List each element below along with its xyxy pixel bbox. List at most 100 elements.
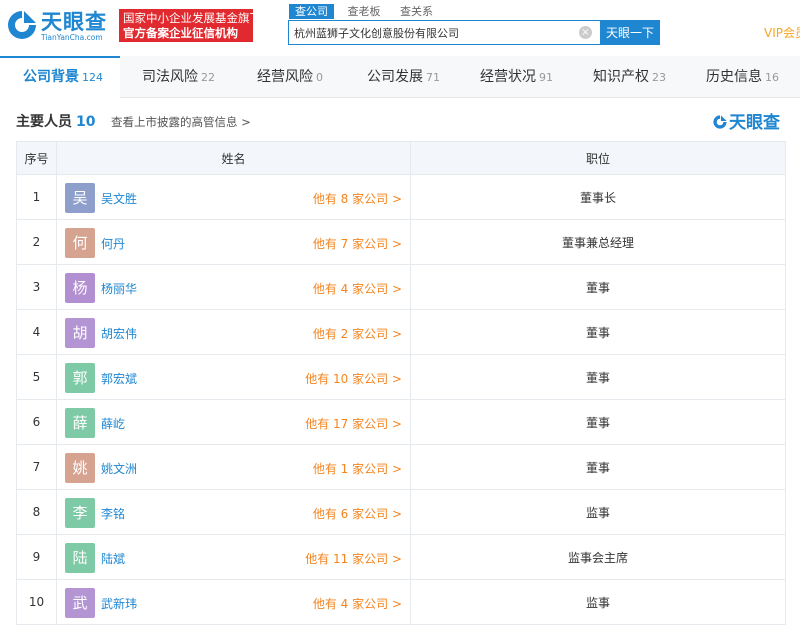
search-tab-company[interactable]: 查公司 [289, 4, 334, 19]
tab-history[interactable]: 历史信息 16 [706, 56, 779, 98]
avatar[interactable]: 何 [65, 227, 95, 258]
avatar[interactable]: 李 [65, 497, 95, 528]
tab-label: 经营风险 [257, 69, 313, 85]
tab-label: 经营状况 [480, 69, 536, 85]
name-cell: 郭郭宏斌 他有 10 家公司 > [56, 354, 411, 400]
avatar[interactable]: 陆 [65, 542, 95, 573]
tab-count: 71 [426, 71, 440, 84]
name-cell: 武武新玮 他有 4 家公司 > [56, 579, 411, 625]
row-index: 4 [16, 309, 57, 355]
name-cell: 薛薛屹 他有 17 家公司 > [56, 399, 411, 445]
vip-link[interactable]: VIP会员 [764, 24, 800, 41]
tab-count: 0 [316, 71, 323, 84]
section-nav: 公司背景 124 司法风险 22 经营风险 0 公司发展 71 经营状况 91 知识产权 2… [0, 56, 800, 98]
search-tab-relation[interactable]: 查关系 [394, 4, 439, 19]
person-name-link[interactable]: 吴文胜 [101, 190, 137, 207]
name-cell: 陆陆斌 他有 11 家公司 > [56, 534, 411, 580]
table-row: 10 武武新玮 他有 4 家公司 > 监事 [16, 579, 786, 625]
position-cell: 董事兼总经理 [410, 219, 786, 265]
table-header-row: 序号 姓名 职位 [16, 141, 786, 175]
search-input[interactable] [289, 21, 589, 44]
section-title-text: 主要人员 [16, 114, 72, 130]
listed-executives-link[interactable]: 查看上市披露的高管信息 > [111, 114, 251, 130]
row-index: 2 [16, 219, 57, 265]
search-button[interactable]: 天眼一下 [600, 20, 660, 45]
name-cell: 姚姚文洲 他有 1 家公司 > [56, 444, 411, 490]
row-index: 5 [16, 354, 57, 400]
person-name-link[interactable]: 胡宏伟 [101, 325, 137, 342]
position-cell: 监事会主席 [410, 534, 786, 580]
company-count-link[interactable]: 他有 7 家公司 > [313, 235, 402, 252]
avatar[interactable]: 吴 [65, 182, 95, 213]
company-count-link[interactable]: 他有 10 家公司 > [305, 370, 402, 387]
company-count-link[interactable]: 他有 17 家公司 > [305, 415, 402, 432]
person-name-link[interactable]: 何丹 [101, 235, 125, 252]
position-cell: 董事 [410, 264, 786, 310]
logo[interactable]: 天眼查 TianYanCha.com [5, 6, 113, 44]
tab-count: 91 [539, 71, 553, 84]
tab-label: 公司背景 [23, 69, 79, 85]
name-cell: 李李铭 他有 6 家公司 > [56, 489, 411, 535]
position-cell: 董事 [410, 309, 786, 355]
name-cell: 吴吴文胜 他有 8 家公司 > [56, 174, 411, 220]
person-name-link[interactable]: 杨丽华 [101, 280, 137, 297]
avatar[interactable]: 薛 [65, 407, 95, 438]
tab-operation-risk[interactable]: 经营风险 0 [257, 56, 323, 98]
company-count-link[interactable]: 他有 1 家公司 > [313, 460, 402, 477]
person-name-link[interactable]: 薛屹 [101, 415, 125, 432]
tab-business-status[interactable]: 经营状况 91 [480, 56, 553, 98]
tab-label: 公司发展 [367, 69, 423, 85]
tab-legal-risk[interactable]: 司法风险 22 [142, 56, 215, 98]
table-row: 7 姚姚文洲 他有 1 家公司 > 董事 [16, 444, 786, 490]
company-count-link[interactable]: 他有 8 家公司 > [313, 190, 402, 207]
section-count: 10 [76, 114, 96, 130]
row-index: 3 [16, 264, 57, 310]
table-row: 3 杨杨丽华 他有 4 家公司 > 董事 [16, 264, 786, 310]
tab-label: 知识产权 [593, 69, 649, 85]
person-name-link[interactable]: 李铭 [101, 505, 125, 522]
name-cell: 胡胡宏伟 他有 2 家公司 > [56, 309, 411, 355]
tab-count: 22 [201, 71, 215, 84]
tab-company-background[interactable]: 公司背景 124 [0, 56, 120, 98]
row-index: 7 [16, 444, 57, 490]
promo-badge[interactable]: 国家中小企业发展基金旗下 官方备案企业征信机构 [119, 9, 253, 42]
tab-company-development[interactable]: 公司发展 71 [367, 56, 440, 98]
row-index: 6 [16, 399, 57, 445]
avatar[interactable]: 姚 [65, 452, 95, 483]
table-row: 5 郭郭宏斌 他有 10 家公司 > 董事 [16, 354, 786, 400]
tianyancha-logo-icon [8, 11, 36, 39]
company-count-link[interactable]: 他有 2 家公司 > [313, 325, 402, 342]
clear-icon[interactable]: × [579, 26, 592, 39]
position-cell: 董事 [410, 399, 786, 445]
tab-count: 124 [82, 71, 103, 84]
avatar[interactable]: 郭 [65, 362, 95, 393]
person-name-link[interactable]: 姚文洲 [101, 460, 137, 477]
avatar[interactable]: 胡 [65, 317, 95, 348]
search-tab-boss[interactable]: 查老板 [342, 4, 387, 19]
brand-text: 天眼查 [729, 113, 780, 133]
company-count-link[interactable]: 他有 4 家公司 > [313, 595, 402, 612]
tab-count: 16 [765, 71, 779, 84]
person-name-link[interactable]: 武新玮 [101, 595, 137, 612]
tab-count: 23 [652, 71, 666, 84]
search-box: × 天眼一下 [288, 20, 660, 45]
row-index: 1 [16, 174, 57, 220]
table-body: 1 吴吴文胜 他有 8 家公司 > 董事长 2 何何丹 他有 7 家公司 > 董事兼总经理 3 杨… [16, 174, 786, 625]
promo-line-2: 官方备案企业征信机构 [123, 26, 238, 40]
col-header-position: 职位 [410, 141, 786, 175]
company-count-link[interactable]: 他有 11 家公司 > [305, 550, 402, 567]
avatar[interactable]: 杨 [65, 272, 95, 303]
table-row: 9 陆陆斌 他有 11 家公司 > 监事会主席 [16, 534, 786, 580]
position-cell: 董事长 [410, 174, 786, 220]
company-count-link[interactable]: 他有 4 家公司 > [313, 280, 402, 297]
person-name-link[interactable]: 陆斌 [101, 550, 125, 567]
table-row: 8 李李铭 他有 6 家公司 > 监事 [16, 489, 786, 535]
table-row: 6 薛薛屹 他有 17 家公司 > 董事 [16, 399, 786, 445]
person-name-link[interactable]: 郭宏斌 [101, 370, 137, 387]
tab-label: 历史信息 [706, 69, 762, 85]
tianyancha-logo-icon [713, 115, 727, 129]
col-header-index: 序号 [16, 141, 57, 175]
tab-intellectual-property[interactable]: 知识产权 23 [593, 56, 666, 98]
avatar[interactable]: 武 [65, 587, 95, 618]
company-count-link[interactable]: 他有 6 家公司 > [313, 505, 402, 522]
